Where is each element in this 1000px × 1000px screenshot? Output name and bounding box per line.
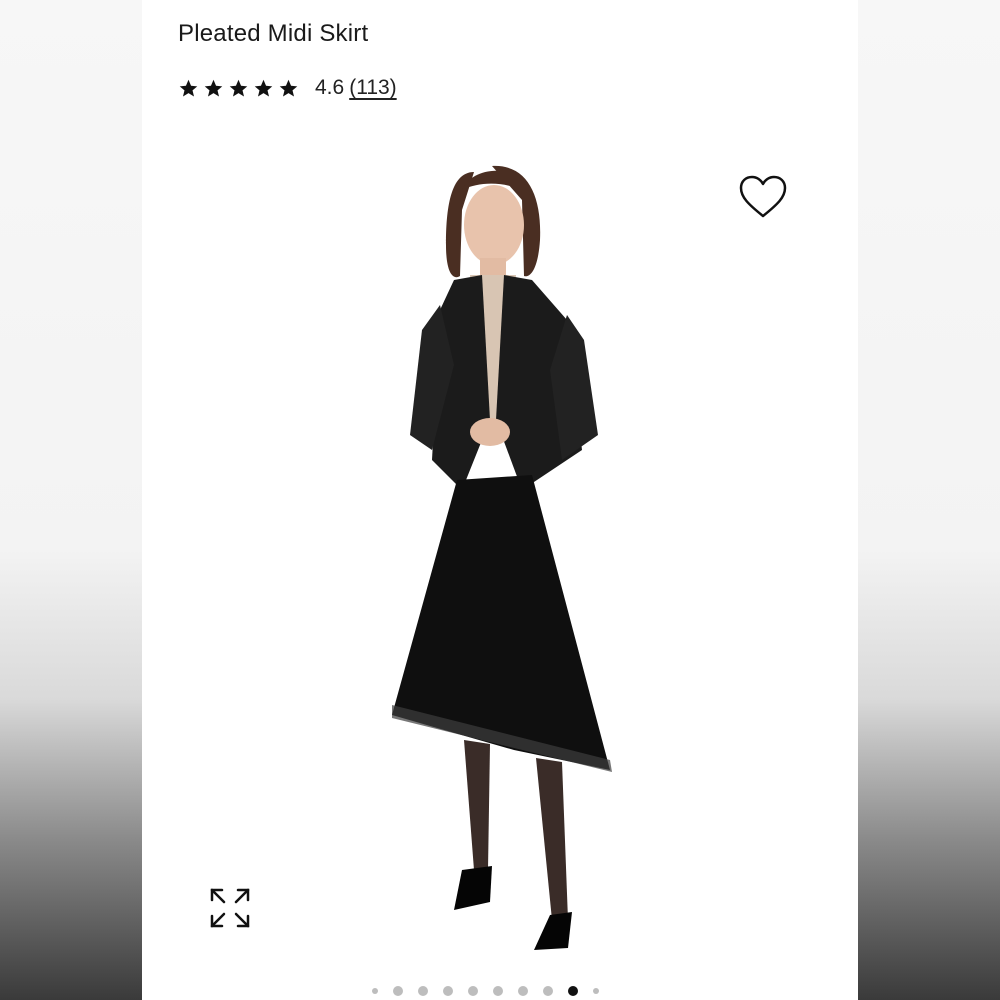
carousel-dot-active[interactable] [568, 986, 578, 996]
carousel-dot[interactable] [493, 986, 503, 996]
carousel-dot[interactable] [393, 986, 403, 996]
carousel-dot[interactable] [543, 986, 553, 996]
carousel-dot[interactable] [443, 986, 453, 996]
carousel-dot[interactable] [372, 988, 378, 994]
product-title: Pleated Midi Skirt [178, 20, 369, 47]
rating-stars [178, 78, 299, 99]
product-image [392, 165, 612, 950]
review-count-link[interactable]: (113) [349, 76, 396, 100]
carousel-pagination [372, 986, 599, 996]
product-panel: Pleated Midi Skirt 4.6 (113) [142, 0, 858, 1000]
carousel-dot[interactable] [468, 986, 478, 996]
product-rating: 4.6 (113) [178, 74, 397, 102]
carousel-dot[interactable] [593, 988, 599, 994]
star-icon [254, 79, 273, 97]
star-icon [204, 79, 223, 97]
carousel-dot[interactable] [518, 986, 528, 996]
star-icon [229, 79, 248, 97]
rating-value: 4.6 [315, 76, 345, 99]
star-icon [279, 79, 298, 97]
star-icon [179, 79, 198, 97]
expand-arrows-icon[interactable] [206, 884, 254, 932]
carousel-dot[interactable] [418, 986, 428, 996]
wishlist-heart-icon[interactable] [738, 174, 788, 222]
